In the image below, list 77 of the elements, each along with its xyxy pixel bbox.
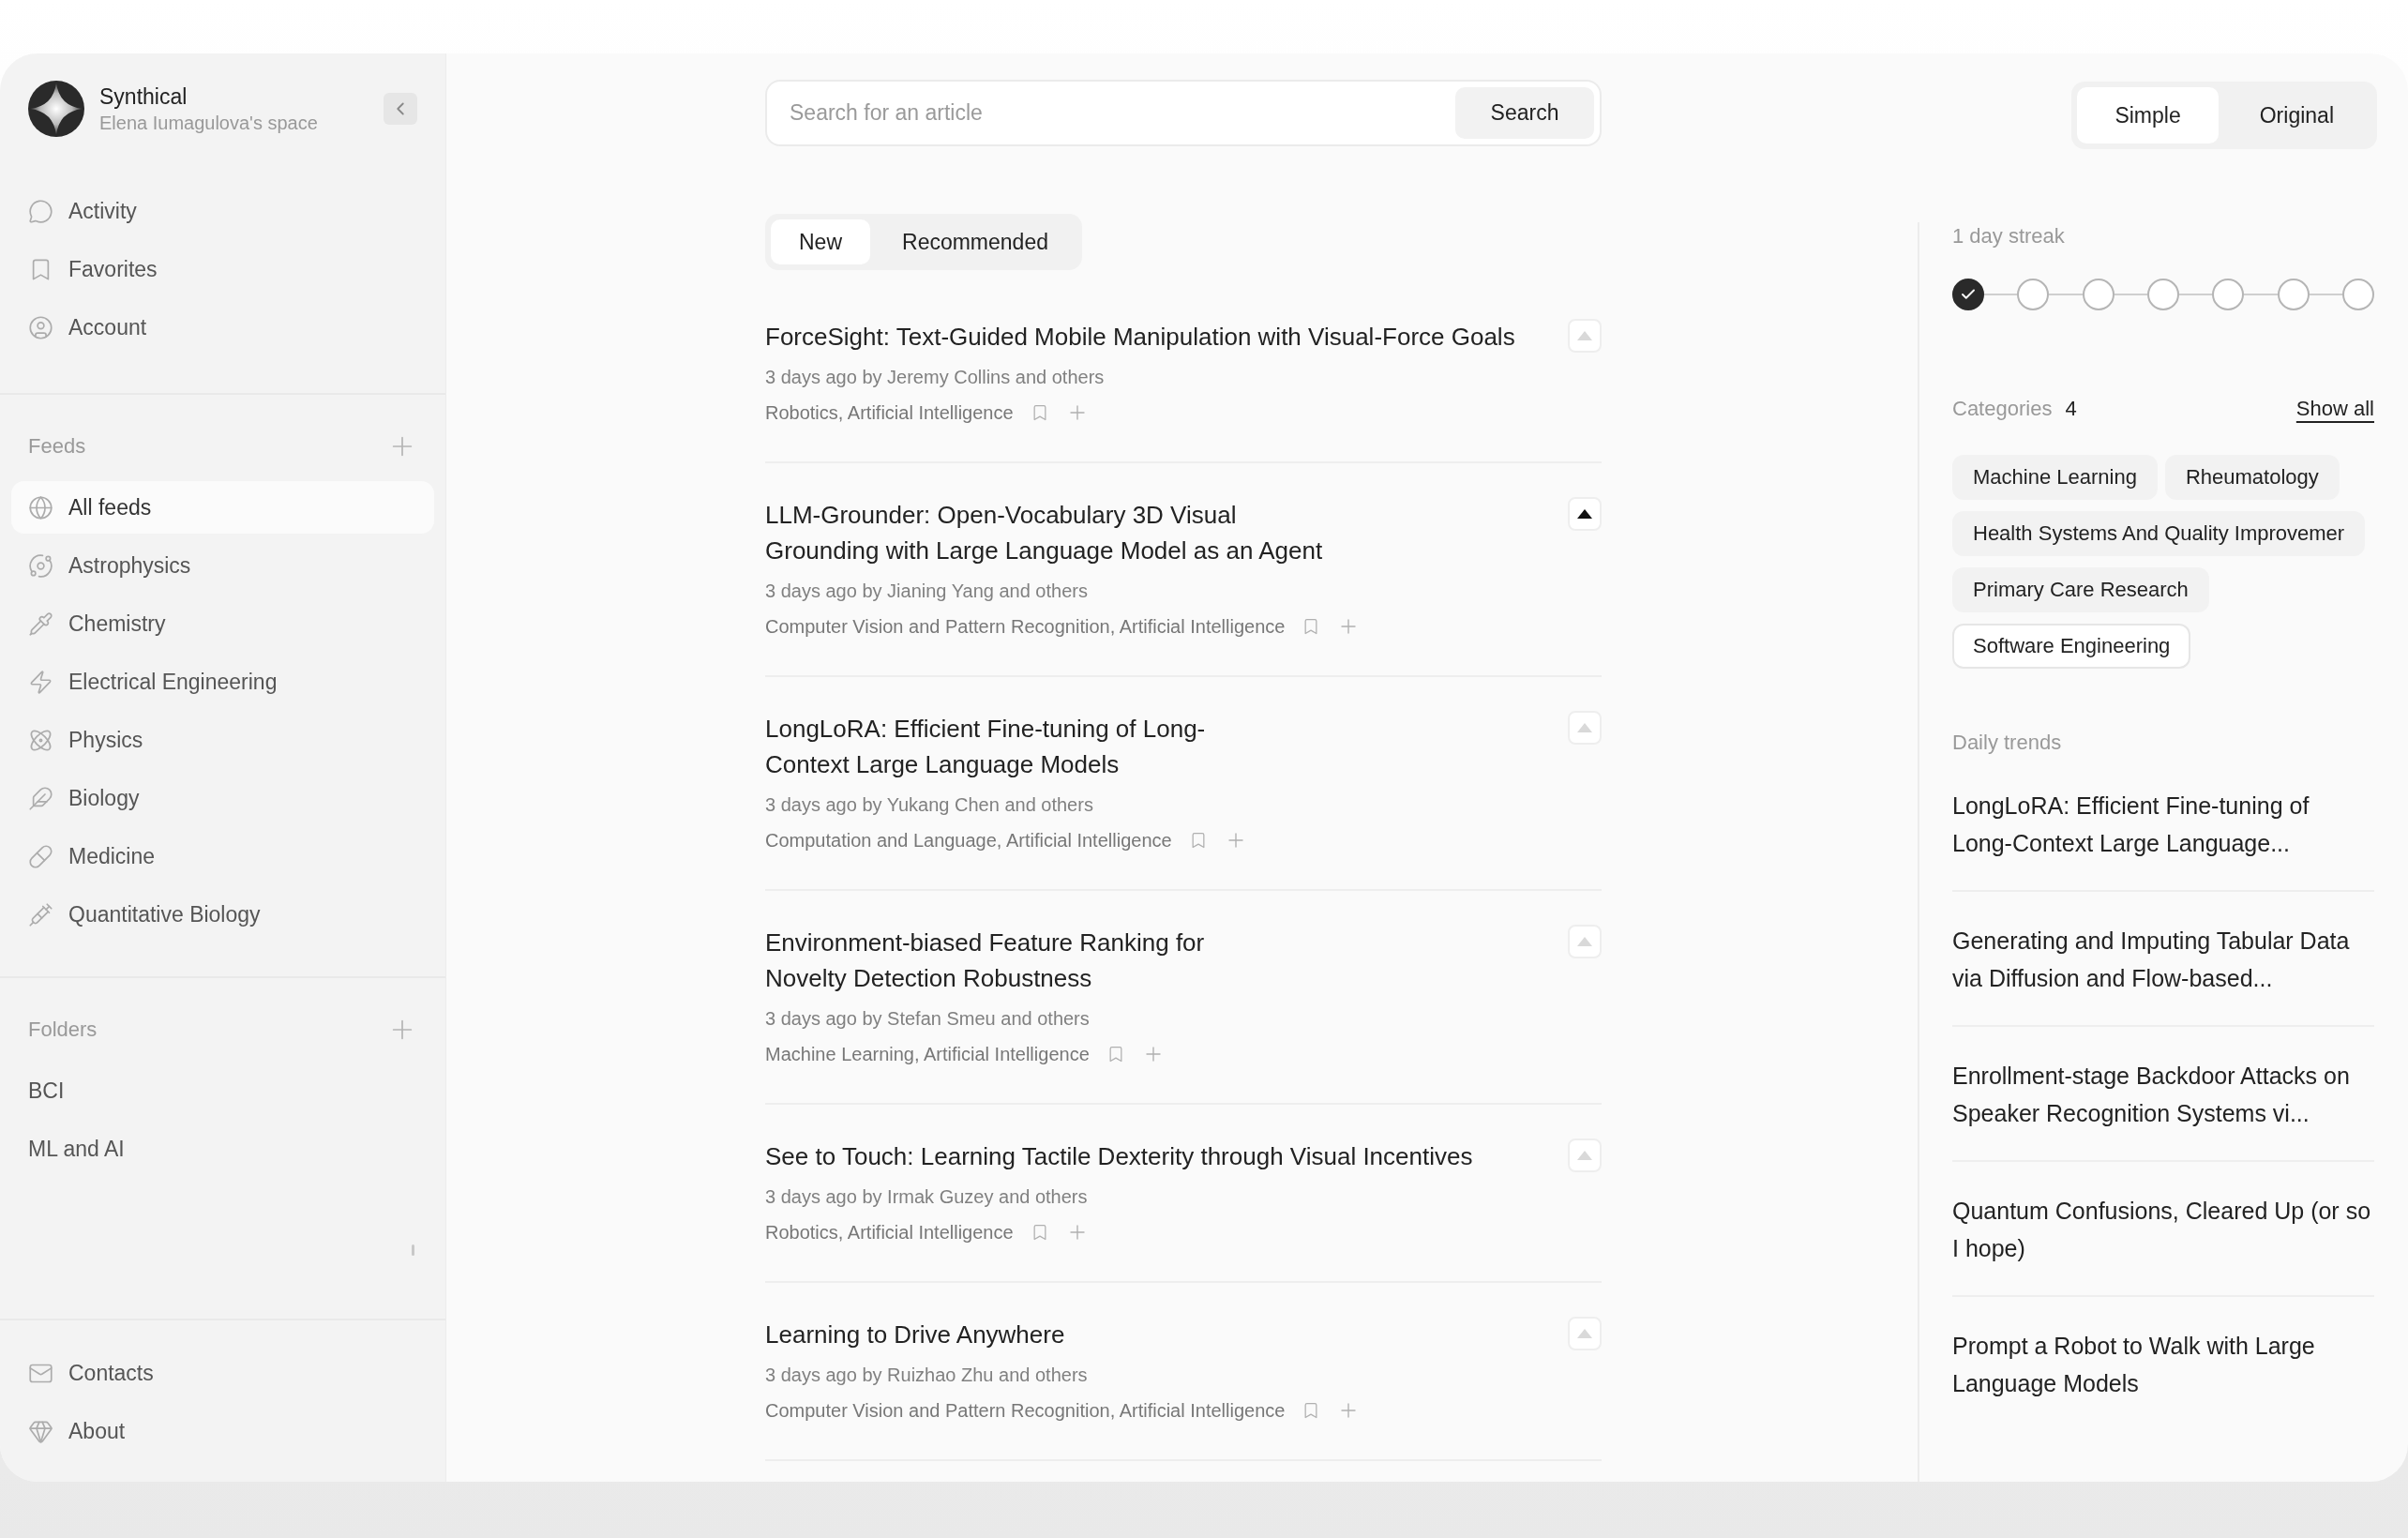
triangle-icon [1577, 723, 1592, 732]
show-all-link[interactable]: Show all [2295, 397, 2374, 421]
nav-item[interactable]: Contacts [11, 1347, 434, 1399]
categories-title: Categories [1952, 396, 2053, 422]
article-title[interactable]: LongLoRA: Efficient Fine-tuning of Long-Context Large Language Models [765, 711, 1206, 782]
article-meta: 3 days ago by Yukang Chen and others [765, 793, 1094, 817]
view-toggle-tab[interactable]: Original [2221, 87, 2371, 143]
pipette-icon [28, 611, 53, 637]
pill-icon [28, 843, 53, 869]
category-tag[interactable]: Software Engineering [1952, 624, 2191, 669]
article-categories: Machine Learning, Artificial Intelligence [765, 1043, 1090, 1066]
article-title[interactable]: See to Touch: Learning Tactile Dexterity through Visual Incentives [765, 1138, 1543, 1174]
article-title[interactable]: Environment-biased Feature Ranking for Novelty Detection Robustness [765, 925, 1206, 996]
article-categories: Computer Vision and Pattern Recognition, Artificial Intelligence [765, 1399, 1286, 1423]
article-meta: 3 days ago by Jianing Yang and others [765, 580, 1089, 603]
category-tag[interactable]: Health Systems And Quality Improvemer [1952, 511, 2366, 556]
article-meta: 3 days ago by Jeremy Collins and others [765, 366, 1106, 389]
chat-bubble-icon [28, 198, 53, 224]
section-title: Folders [28, 1018, 98, 1042]
article-meta: 3 days ago by Ruizhao Zhu and others [765, 1364, 1089, 1387]
planet-icon [28, 552, 53, 579]
categories-count: 4 [2065, 397, 2077, 421]
category-tag[interactable]: Primary Care Research [1952, 567, 2209, 612]
article-categories: Robotics, Artificial Intelligence [765, 1221, 1014, 1244]
triangle-icon [1577, 331, 1592, 340]
feed-item[interactable]: Biology [11, 772, 434, 824]
trends-title: Daily trends [1952, 730, 2063, 756]
article-title[interactable]: ForceSight: Text-Guided Mobile Manipulation with Visual-Force Goals [765, 319, 1543, 354]
section-title: Feeds [28, 434, 86, 459]
lightning-icon [28, 669, 53, 695]
streak-label: 1 day streak [1952, 223, 2066, 249]
feather-icon [28, 785, 53, 811]
user-icon [28, 314, 53, 340]
triangle-icon [1577, 1329, 1592, 1338]
folder-item[interactable]: BCI [11, 1064, 434, 1117]
article-categories: Robotics, Artificial Intelligence [765, 401, 1014, 425]
trend-item[interactable]: LongLoRA: Efficient Fine-tuning of Long-Context Large Language... [1952, 757, 2374, 892]
feed-item[interactable]: All feeds [11, 481, 434, 534]
trend-item[interactable]: Generating and Imputing Tabular Data via Diffusion and Flow-based... [1952, 892, 2374, 1027]
scrollbar-thumb[interactable] [412, 1244, 414, 1256]
article-title[interactable]: LLM-Grounder: Open-Vocabulary 3D Visual Grounding with Large Language Model as an Agent [765, 497, 1347, 568]
search-button[interactable]: Search [1455, 87, 1594, 139]
folder-item[interactable]: ML and AI [11, 1123, 434, 1175]
app-name: Synthical [99, 83, 188, 111]
category-tag[interactable]: Machine Learning [1952, 455, 2158, 500]
search-field[interactable]: Search for an article Search [765, 80, 1602, 146]
logo-icon [28, 81, 84, 137]
feed-item[interactable]: Physics [11, 714, 434, 766]
nav-item[interactable]: Account [11, 301, 434, 354]
feed-item[interactable]: Medicine [11, 830, 434, 882]
nav-item[interactable]: About [11, 1405, 434, 1457]
feed-item[interactable]: Astrophysics [11, 539, 434, 592]
syringe-icon [28, 901, 53, 927]
globe-icon [28, 494, 53, 520]
feed-item[interactable]: Electrical Engineering [11, 656, 434, 708]
triangle-icon [1577, 509, 1592, 519]
trend-item[interactable]: Quantum Confusions, Cleared Up (or so I hope) [1952, 1162, 2374, 1297]
workspace-name: Elena Iumagulova's space [99, 112, 319, 135]
article-meta: 3 days ago by Stefan Smeu and others [765, 1007, 1091, 1031]
feed-item[interactable]: Quantitative Biology [11, 888, 434, 941]
trend-item[interactable]: Enrollment-stage Backdoor Attacks on Speaker Recognition Systems vi... [1952, 1027, 2374, 1162]
triangle-icon [1577, 937, 1592, 946]
trend-item[interactable]: Prompt a Robot to Walk with Large Language Models [1952, 1297, 2374, 1430]
upvote-button[interactable] [1568, 497, 1602, 531]
view-toggle-tab[interactable]: Simple [2077, 87, 2219, 143]
article-meta: 3 days ago by Irmak Guzey and others [765, 1185, 1089, 1209]
article-title[interactable]: Learning to Drive Anywhere [765, 1317, 1543, 1352]
category-tag[interactable]: Rheumatology [2164, 455, 2340, 500]
article-categories: Computation and Language, Artificial Intelligence [765, 829, 1172, 852]
article-categories: Computer Vision and Pattern Recognition, Artificial Intelligence [765, 615, 1286, 639]
feed-item[interactable]: Chemistry [11, 597, 434, 650]
collapse-button[interactable] [384, 93, 417, 125]
feed-tab[interactable]: Recommended [874, 219, 1076, 264]
nav-item[interactable]: Favorites [11, 243, 434, 295]
triangle-icon [1577, 1151, 1592, 1160]
feed-tab[interactable]: New [771, 219, 870, 264]
nav-item[interactable]: Activity [11, 185, 434, 237]
